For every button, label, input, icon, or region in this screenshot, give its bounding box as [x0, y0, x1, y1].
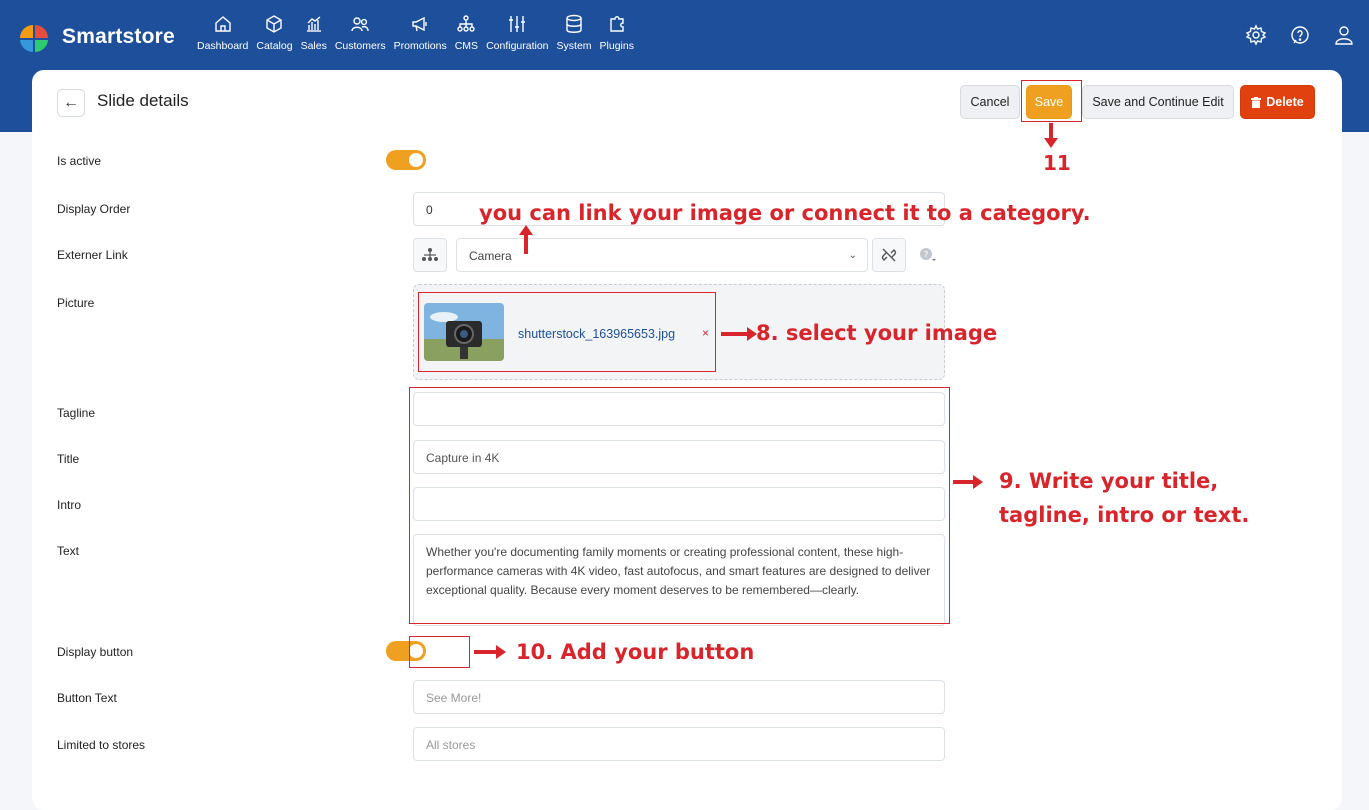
- intro-input[interactable]: [413, 487, 945, 521]
- chart-icon: [306, 16, 321, 32]
- limited-stores-label: Limited to stores: [57, 738, 146, 752]
- display-button-toggle[interactable]: [386, 641, 426, 661]
- button-text-label: Button Text: [57, 691, 117, 705]
- unlink-button[interactable]: [872, 238, 906, 272]
- camera-photo-image: [424, 303, 504, 361]
- sitemap-icon: [422, 248, 438, 261]
- link-type-button[interactable]: [413, 238, 447, 272]
- help-chat-icon[interactable]: [1289, 24, 1311, 46]
- nav-plugins[interactable]: Plugins: [596, 14, 638, 52]
- top-right-actions: [1245, 24, 1355, 46]
- page-title: Slide details: [97, 91, 189, 110]
- gear-icon[interactable]: [1245, 24, 1267, 46]
- nav-configuration[interactable]: Configuration: [482, 14, 552, 52]
- intro-label: Intro: [57, 498, 82, 512]
- title-value: Capture in 4K: [426, 451, 500, 465]
- text-value: Whether you're documenting family moment…: [426, 545, 931, 597]
- nav-customers[interactable]: Customers: [331, 14, 390, 52]
- arrow-right-icon: [721, 327, 757, 341]
- text-label: Text: [57, 544, 80, 558]
- nav-system[interactable]: System: [553, 14, 596, 52]
- main-nav: Dashboard Catalog Sales Customers Promot…: [193, 14, 638, 52]
- chevron-down-icon: ⌄: [848, 250, 857, 261]
- step-8-annotation: 8. select your image: [756, 321, 998, 345]
- extern-link-select[interactable]: Camera ⌄: [456, 238, 868, 272]
- nav-system-label: System: [556, 40, 592, 52]
- step-10-annotation: 10. Add your button: [516, 640, 755, 664]
- card-header: ← Slide details Cancel Save Save and Con…: [32, 70, 1342, 136]
- megaphone-icon: [412, 16, 427, 32]
- brand[interactable]: Smartstore: [18, 22, 175, 52]
- sitemap-icon: [457, 15, 476, 32]
- text-textarea[interactable]: Whether you're documenting family moment…: [413, 534, 945, 626]
- nav-dashboard-label: Dashboard: [197, 40, 249, 52]
- nav-dashboard[interactable]: Dashboard: [193, 14, 252, 52]
- save-button[interactable]: Save: [1026, 85, 1072, 119]
- picture-filename[interactable]: shutterstock_163965653.jpg: [518, 327, 675, 341]
- user-icon[interactable]: [1333, 24, 1355, 46]
- box-icon: [266, 15, 283, 33]
- nav-cms-label: CMS: [454, 40, 479, 52]
- extern-link-label: Externer Link: [57, 248, 128, 262]
- help-circle-icon: ?: [920, 248, 936, 261]
- tagline-label: Tagline: [57, 406, 96, 420]
- nav-promotions-label: Promotions: [393, 40, 447, 52]
- limited-stores-select[interactable]: All stores: [413, 727, 945, 761]
- arrow-right-icon: [953, 475, 983, 489]
- database-icon: [566, 14, 582, 33]
- link-hint-annotation: you can link your image or connect it to…: [479, 201, 1091, 225]
- arrow-up-icon: [519, 225, 533, 254]
- arrow-left-icon: ←: [63, 94, 79, 111]
- nav-sales-label: Sales: [300, 40, 327, 52]
- nav-cms[interactable]: CMS: [451, 14, 482, 52]
- nav-configuration-label: Configuration: [486, 40, 549, 52]
- unlink-icon: [881, 248, 897, 262]
- step-9-annotation-line2: tagline, intro or text.: [999, 503, 1250, 527]
- tagline-input[interactable]: [413, 392, 945, 426]
- is-active-label: Is active: [57, 154, 102, 168]
- step-11-annotation: 11: [1043, 151, 1071, 175]
- link-help-button[interactable]: ?: [911, 238, 945, 272]
- display-order-label: Display Order: [57, 202, 131, 216]
- brand-name: Smartstore: [62, 25, 175, 48]
- remove-picture-icon[interactable]: ×: [702, 326, 709, 340]
- cancel-button[interactable]: Cancel: [960, 85, 1020, 119]
- back-button[interactable]: ←: [57, 89, 85, 117]
- save-continue-button[interactable]: Save and Continue Edit: [1082, 85, 1234, 119]
- picture-thumbnail[interactable]: [424, 303, 504, 361]
- puzzle-icon: [610, 16, 624, 32]
- nav-catalog[interactable]: Catalog: [252, 14, 296, 52]
- sliders-icon: [509, 16, 526, 32]
- nav-promotions[interactable]: Promotions: [390, 14, 451, 52]
- is-active-toggle[interactable]: [386, 150, 426, 170]
- picture-label: Picture: [57, 296, 95, 310]
- nav-catalog-label: Catalog: [256, 40, 293, 52]
- display-button-label: Display button: [57, 645, 134, 659]
- nav-plugins-label: Plugins: [599, 40, 634, 52]
- display-order-value: 0: [426, 203, 433, 217]
- smartstore-logo-icon: [20, 25, 48, 52]
- button-text-input[interactable]: See More!: [413, 680, 945, 714]
- arrow-right-icon: [474, 645, 506, 659]
- arrow-down-icon: [1044, 123, 1058, 148]
- svg-text:?: ?: [924, 251, 929, 261]
- nav-customers-label: Customers: [334, 40, 386, 52]
- home-icon: [214, 16, 231, 32]
- extern-link-value: Camera: [469, 249, 512, 263]
- limited-stores-placeholder: All stores: [426, 738, 476, 752]
- delete-button[interactable]: Delete: [1240, 85, 1315, 119]
- title-label: Title: [57, 452, 80, 466]
- users-icon: [351, 17, 369, 32]
- delete-label: Delete: [1266, 95, 1304, 109]
- trash-icon: [1251, 96, 1262, 108]
- title-input[interactable]: Capture in 4K: [413, 440, 945, 474]
- nav-sales[interactable]: Sales: [297, 14, 331, 52]
- button-text-placeholder: See More!: [426, 691, 482, 705]
- step-9-annotation-line1: 9. Write your title,: [999, 469, 1219, 493]
- slide-details-card: ← Slide details Cancel Save Save and Con…: [32, 70, 1342, 810]
